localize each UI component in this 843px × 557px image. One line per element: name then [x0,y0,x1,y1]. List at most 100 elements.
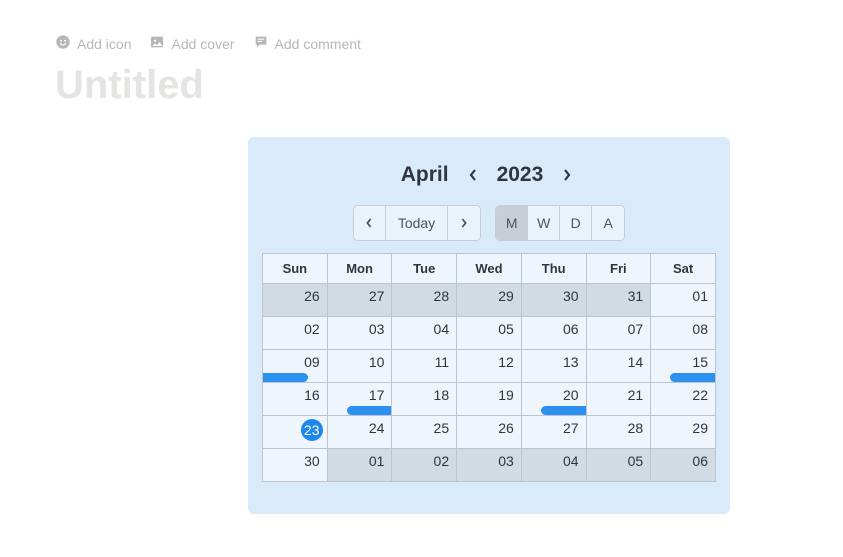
chevron-right-icon [460,217,468,229]
event-chip[interactable] [263,373,308,382]
day-number: 09 [304,354,320,370]
calendar-week-row: 0203 04 05 06 0708 [263,317,716,350]
day-number: 06 [563,321,579,337]
day-number: 16 [304,387,320,403]
day-number: 18 [434,387,450,403]
calendar-day-cell[interactable]: 06 [651,449,716,482]
calendar-day-cell[interactable]: 05 [586,449,651,482]
day-header-row: SunMonTueWedThuFriSat [263,254,716,284]
calendar-day-cell[interactable]: 28 [392,284,457,317]
add-cover-button[interactable]: Add cover [149,34,234,53]
calendar-day-cell[interactable]: 26 [263,284,328,317]
day-number: 29 [498,288,514,304]
prev-button[interactable] [354,206,386,240]
calendar-year[interactable]: 2023 [497,163,544,187]
calendar-grid: SunMonTueWedThuFriSat 262728293031010203… [262,253,716,482]
prev-month-button[interactable] [463,165,483,185]
event-chip[interactable] [347,406,392,415]
calendar-day-cell[interactable]: 06 [521,317,586,350]
day-number: 27 [563,420,579,436]
day-number: 26 [304,288,320,304]
calendar-day-cell[interactable]: 10 [327,350,392,383]
chevron-left-icon [468,168,478,182]
calendar-day-cell[interactable]: 24 [327,416,392,449]
calendar-day-cell[interactable]: 03 [327,317,392,350]
next-month-button[interactable] [557,165,577,185]
calendar-day-cell[interactable]: 07 [586,317,651,350]
day-number: 20 [563,387,579,403]
day-header: Sat [651,254,716,284]
view-month-button[interactable]: M [496,206,528,240]
next-button[interactable] [448,206,480,240]
calendar-day-cell[interactable]: 18 [392,383,457,416]
calendar-day-cell[interactable]: 25 [392,416,457,449]
calendar-day-cell[interactable]: 01 [651,284,716,317]
calendar-day-cell[interactable]: 22 [651,383,716,416]
calendar-day-cell[interactable]: 23 [263,416,328,449]
calendar-day-cell[interactable]: 26 [457,416,522,449]
calendar-day-cell[interactable]: 08 [651,317,716,350]
calendar-day-cell[interactable]: 11 [392,350,457,383]
image-icon [149,34,165,53]
calendar-week-row: 26 27 28 29 3031 01 [263,284,716,317]
day-number: 14 [628,354,644,370]
calendar-day-cell[interactable]: 01 [327,449,392,482]
day-header: Mon [327,254,392,284]
calendar-day-cell[interactable]: 19 [457,383,522,416]
calendar-day-cell[interactable]: 16 [263,383,328,416]
day-number: 25 [434,420,450,436]
calendar-day-cell[interactable]: 27 [521,416,586,449]
calendar-day-cell[interactable]: 02 [263,317,328,350]
calendar-day-cell[interactable]: 15 [651,350,716,383]
calendar-day-cell[interactable]: 31 [586,284,651,317]
calendar-day-cell[interactable]: 28 [586,416,651,449]
comment-icon [253,34,269,53]
calendar-widget: April 2023 Today M W D A SunMonTueWedThu… [248,137,730,514]
view-agenda-button[interactable]: A [592,206,624,240]
view-week-button[interactable]: W [528,206,560,240]
day-number: 29 [692,420,708,436]
calendar-day-cell[interactable]: 02 [392,449,457,482]
calendar-day-cell[interactable]: 03 [457,449,522,482]
calendar-day-cell[interactable]: 05 [457,317,522,350]
calendar-header: April 2023 [262,163,716,187]
calendar-day-cell[interactable]: 27 [327,284,392,317]
calendar-day-cell[interactable]: 29 [457,284,522,317]
calendar-day-cell[interactable]: 13 [521,350,586,383]
add-icon-button[interactable]: Add icon [55,34,131,53]
day-number: 24 [369,420,385,436]
page-title[interactable]: Untitled [0,53,843,108]
calendar-day-cell[interactable]: 09 [263,350,328,383]
calendar-day-cell[interactable]: 20 [521,383,586,416]
day-header: Sun [263,254,328,284]
calendar-day-cell[interactable]: 14 [586,350,651,383]
day-number: 04 [434,321,450,337]
view-day-button[interactable]: D [560,206,592,240]
day-number: 01 [692,288,708,304]
calendar-day-cell[interactable]: 04 [521,449,586,482]
calendar-day-cell[interactable]: 29 [651,416,716,449]
chevron-left-icon [365,217,373,229]
today-button[interactable]: Today [386,206,448,240]
event-chip[interactable] [541,406,586,415]
calendar-day-cell[interactable]: 17 [327,383,392,416]
chevron-right-icon [562,168,572,182]
calendar-week-row: 300102 03 040506 [263,449,716,482]
day-header: Tue [392,254,457,284]
calendar-day-cell[interactable]: 12 [457,350,522,383]
calendar-week-row: 16 17 18 19 20 21 22 [263,383,716,416]
calendar-week-row: 23 24 25 26 27 28 29 [263,416,716,449]
day-header: Wed [457,254,522,284]
day-number: 28 [434,288,450,304]
day-number: 21 [628,387,644,403]
day-number: 12 [498,354,514,370]
calendar-day-cell[interactable]: 04 [392,317,457,350]
calendar-month[interactable]: April [401,163,449,187]
day-number: 03 [498,453,514,469]
add-comment-button[interactable]: Add comment [253,34,361,53]
day-number: 15 [692,354,708,370]
event-chip[interactable] [670,373,715,382]
calendar-day-cell[interactable]: 21 [586,383,651,416]
calendar-day-cell[interactable]: 30 [263,449,328,482]
calendar-day-cell[interactable]: 30 [521,284,586,317]
